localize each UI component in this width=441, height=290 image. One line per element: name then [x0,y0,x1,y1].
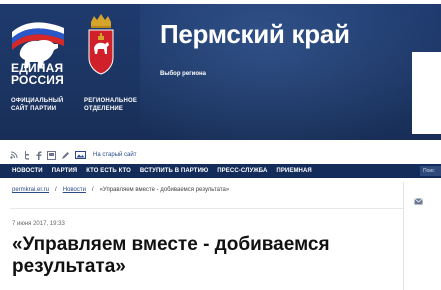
nav-item-join[interactable]: ВСТУПИТЬ В ПАРТИЮ [140,168,208,174]
branch-sub-line2: ОТДЕЛЕНИЕ [84,106,124,112]
perm-emblem-icon[interactable] [86,14,116,76]
breadcrumb-home[interactable]: permkrai.er.ru [12,187,49,193]
breadcrumb-separator: / [91,187,94,193]
party-subtitle: ОФИЦИАЛЬНЫЙ САЙТ ПАРТИИ [11,97,81,113]
content-divider [403,182,404,290]
toolbar-icons: На старый сайт [10,148,136,162]
edit-icon[interactable] [61,151,70,160]
breadcrumb-news[interactable]: Новости [63,187,86,193]
old-site-link[interactable]: На старый сайт [93,152,136,158]
breadcrumb-current: «Управляем вместе - добиваемся результат… [99,187,230,193]
rss-icon[interactable] [10,151,18,159]
header-top-border [0,0,441,4]
main-nav: НОВОСТИ ПАРТИЯ КТО ЕСТЬ КТО ВСТУПИТЬ В П… [0,164,441,178]
nav-item-who-is-who[interactable]: КТО ЕСТЬ КТО [86,168,131,174]
nav-item-reception[interactable]: ПРИЕМНАЯ [276,168,311,174]
nav-item-news[interactable]: НОВОСТИ [12,168,43,174]
article-date: 7 июня 2017, 19:33 [12,221,65,227]
mail-icon[interactable] [414,198,423,205]
print-icon[interactable] [47,150,56,160]
party-name-line2: РОССИЯ [11,73,64,87]
nav-item-press[interactable]: ПРЕСС-СЛУЖБА [217,168,267,174]
party-sub-line2: САЙТ ПАРТИИ [11,106,57,112]
header-right-panel [412,52,441,134]
breadcrumb-separator: / [55,187,57,193]
image-icon[interactable] [75,151,86,159]
region-title[interactable]: Пермский край [160,19,350,50]
article-headline: «Управляем вместе - добиваемся результат… [12,234,330,277]
branch-sub-line1: РЕГИОНАЛЬНОЕ [84,98,138,104]
twitter-icon[interactable] [23,150,31,160]
site-header: ЕДИНАЯ РОССИЯ ОФИЦИАЛЬНЫЙ САЙТ ПАРТИИ РЕ… [0,0,441,140]
party-sub-line1: ОФИЦИАЛЬНЫЙ [11,98,64,104]
nav-items: НОВОСТИ ПАРТИЯ КТО ЕСТЬ КТО ВСТУПИТЬ В П… [0,168,312,174]
breadcrumb: permkrai.er.ru / Новости / «Управляем вм… [12,187,229,193]
nav-item-party[interactable]: ПАРТИЯ [52,168,77,174]
party-name[interactable]: ЕДИНАЯ РОССИЯ [11,62,81,86]
branch-subtitle: РЕГИОНАЛЬНОЕ ОТДЕЛЕНИЕ [84,97,154,113]
region-select-link[interactable]: Выбор региона [160,71,206,77]
breadcrumb-divider [10,208,403,209]
facebook-icon[interactable] [36,150,42,160]
search-input[interactable]: Поис [420,166,441,176]
